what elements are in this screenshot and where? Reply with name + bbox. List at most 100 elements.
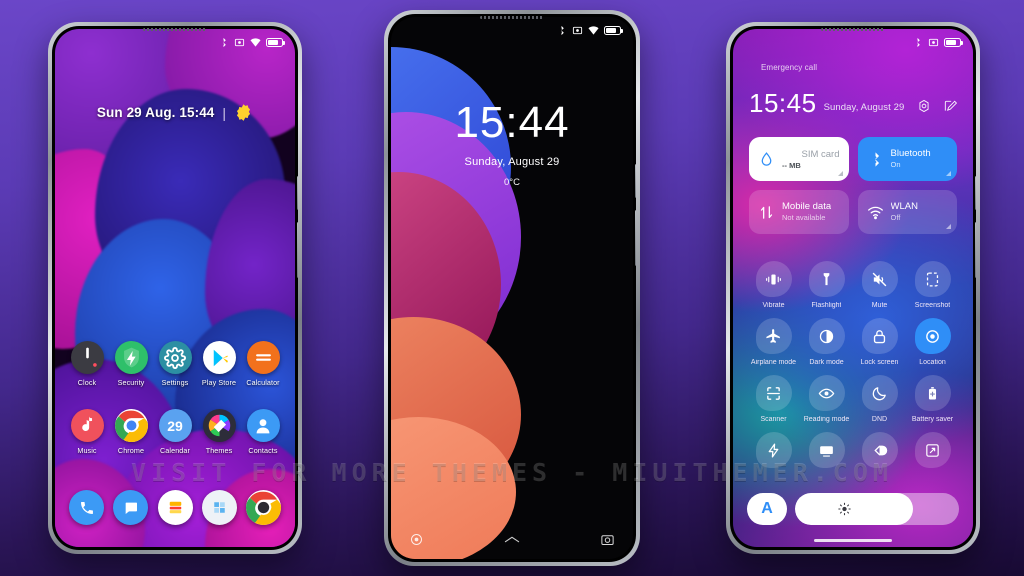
app-row-1: Clock Security Settings Play Store Calcu… (55, 341, 295, 387)
bluetooth-icon (223, 37, 226, 47)
calculator-icon (246, 341, 280, 374)
battery-icon (266, 37, 285, 47)
settings-icon (158, 341, 192, 374)
status-bar (55, 29, 295, 55)
app-label: Music (77, 446, 97, 455)
toggle-dark-mode[interactable]: Dark mode (800, 318, 853, 366)
app-row-2: Music Chrome 29 Calendar Themes Contacts (55, 409, 295, 455)
mobile-data-icon (760, 205, 773, 219)
themes-icon (202, 409, 236, 442)
battery-icon (604, 25, 623, 35)
phone-icon[interactable] (69, 490, 104, 525)
app-label: Themes (205, 446, 233, 455)
tile-subtitle: Not available (782, 213, 826, 222)
toggle-lightning[interactable] (747, 432, 800, 473)
settings-gear-icon[interactable] (917, 99, 931, 113)
toggle-flashlight[interactable]: Flashlight (800, 261, 853, 309)
files-icon[interactable] (201, 490, 237, 525)
tile-subtitle: On (890, 160, 901, 169)
tile-mobile-data[interactable]: Mobile data Not available (749, 190, 849, 234)
tile-subtitle: Off (890, 213, 901, 222)
app-play-store[interactable]: Play Store (199, 341, 239, 387)
phone-control-center: Emergency call 15:45 Sunday, August 29 S… (726, 22, 980, 554)
tile-title: SIM card (801, 148, 840, 160)
vibrate-icon (766, 274, 781, 284)
edit-icon[interactable] (943, 99, 957, 113)
status-bar (391, 17, 633, 43)
toggle-airplane-mode[interactable]: Airplane mode (747, 318, 800, 366)
emergency-call-label[interactable]: Emergency call (761, 63, 817, 72)
chrome-icon[interactable] (246, 490, 281, 525)
app-label: Play Store (201, 378, 237, 387)
battery-icon (944, 37, 963, 47)
toggle-label: Reading mode (803, 416, 850, 423)
app-security[interactable]: Security (111, 341, 151, 387)
toggle-location[interactable]: Location (906, 318, 959, 366)
message-icon[interactable] (113, 490, 149, 525)
brightness-sun-icon (837, 502, 851, 516)
dark-mode-icon (819, 329, 834, 343)
calendar-day: 29 (167, 417, 183, 434)
lock-temperature: 0°C (504, 177, 520, 188)
app-label: Clock (77, 378, 97, 387)
app-music[interactable]: Music (67, 409, 107, 455)
wifi-icon (588, 25, 599, 35)
bluetooth-icon (875, 151, 879, 167)
toggle-reading-mode[interactable]: Reading mode (800, 375, 853, 423)
screenshot-icon (234, 38, 245, 46)
toggle-dnd[interactable]: DND (853, 375, 906, 423)
toggle-contrast[interactable] (853, 432, 906, 473)
cc-date: Sunday, August 29 (823, 101, 905, 113)
toggle-screenshot[interactable]: Screenshot (906, 261, 959, 309)
tile-sim-card[interactable]: SIM card -- MB (749, 137, 849, 181)
data-drop-icon (761, 151, 772, 166)
cc-time: 15:45 (749, 88, 817, 118)
toggle-grid: Vibrate Flashlight Mute Screenshot Airpl… (747, 261, 959, 473)
toggle-expand[interactable] (906, 432, 959, 473)
location-icon (926, 329, 939, 343)
toggle-label: Battery saver (911, 416, 954, 423)
clock-icon (70, 341, 104, 374)
toggle-battery-saver[interactable]: Battery saver (906, 375, 959, 423)
toggle-cast[interactable] (800, 432, 853, 473)
app-themes[interactable]: Themes (199, 409, 239, 455)
app-settings[interactable]: Settings (155, 341, 195, 387)
app-clock[interactable]: Clock (67, 341, 107, 387)
brightness-slider[interactable] (795, 493, 959, 525)
tile-title: Mobile data (782, 201, 832, 212)
lock-bottom-bar (391, 532, 633, 547)
security-icon (114, 341, 148, 374)
big-tiles: SIM card -- MB Bluetooth On Mobile data … (749, 137, 957, 234)
expand-icon (926, 443, 939, 457)
cast-icon (820, 445, 833, 457)
tile-subtitle: -- MB (782, 160, 801, 170)
toggle-scanner[interactable]: Scanner (747, 375, 800, 423)
app-label: Chrome (117, 446, 145, 455)
dock (55, 490, 295, 525)
contrast-icon (874, 445, 888, 455)
app-calculator[interactable]: Calculator (243, 341, 283, 387)
toggle-lock-screen[interactable]: Lock screen (853, 318, 906, 366)
toggle-label: Vibrate (762, 302, 785, 309)
wifi-icon (250, 37, 261, 47)
widget-separator: | (222, 104, 227, 121)
moon-icon (872, 386, 886, 400)
home-indicator[interactable] (814, 539, 892, 542)
camera-shutter-icon[interactable] (409, 532, 424, 547)
auto-brightness-button[interactable]: A (747, 493, 787, 525)
cc-header-actions (917, 99, 957, 116)
app-chrome[interactable]: Chrome (111, 409, 151, 455)
music-icon (70, 409, 104, 442)
clock-weather-widget[interactable]: Sun 29 Aug. 15:44 | (55, 103, 295, 122)
tile-bluetooth[interactable]: Bluetooth On (857, 137, 957, 181)
gallery-icon[interactable] (157, 490, 193, 525)
camera-icon[interactable] (600, 532, 615, 547)
toggle-vibrate[interactable]: Vibrate (747, 261, 800, 309)
swipe-up-icon[interactable] (501, 534, 523, 545)
battery-plus-icon (928, 386, 937, 400)
app-contacts[interactable]: Contacts (243, 409, 283, 455)
tile-wlan[interactable]: WLAN Off (857, 190, 957, 234)
app-calendar[interactable]: 29 Calendar (155, 409, 195, 455)
earpiece-grille (143, 28, 207, 31)
toggle-mute[interactable]: Mute (853, 261, 906, 309)
